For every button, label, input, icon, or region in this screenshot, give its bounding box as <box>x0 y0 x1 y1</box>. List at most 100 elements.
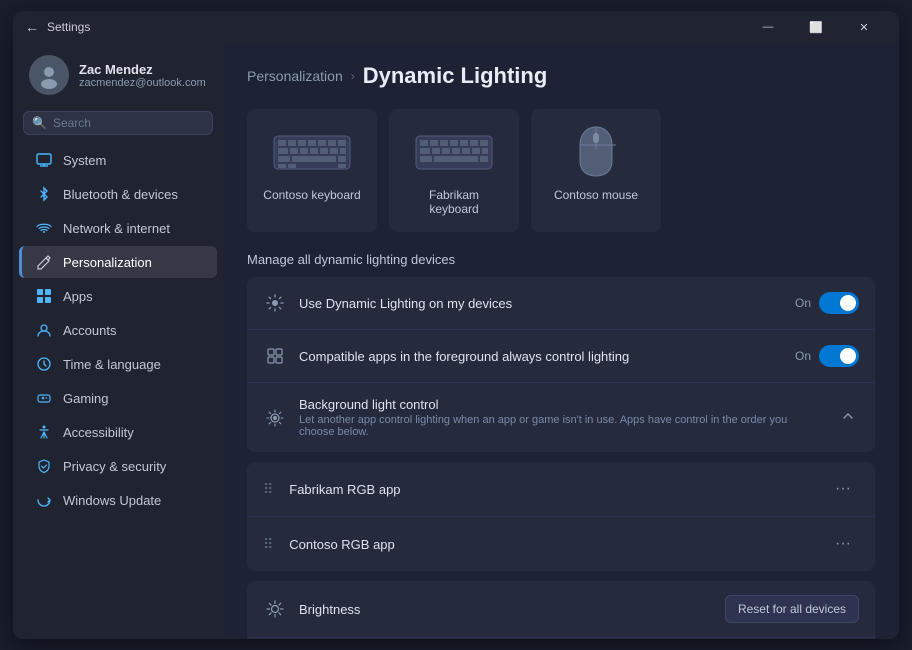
settings-row-fabrikam-rgb: ⠿ Fabrikam RGB app ··· <box>247 462 875 517</box>
settings-row-compatible-apps: Compatible apps in the foreground always… <box>247 330 875 383</box>
sidebar-item-system[interactable]: System <box>19 144 217 176</box>
row-title-brightness: Brightness <box>299 602 713 617</box>
sidebar-item-bluetooth[interactable]: Bluetooth & devices <box>19 178 217 210</box>
reset-brightness-button[interactable]: Reset for all devices <box>725 595 859 623</box>
compatible-apps-icon <box>263 344 287 368</box>
search-box[interactable]: 🔍 <box>23 111 213 135</box>
breadcrumb: Personalization › Dynamic Lighting <box>247 63 875 89</box>
privacy-icon <box>35 457 53 475</box>
app-rows-group: ⠿ Fabrikam RGB app ··· ⠿ Contoso RGB app… <box>247 462 875 571</box>
gaming-icon <box>35 389 53 407</box>
sidebar-item-label-network: Network & internet <box>63 221 170 236</box>
update-icon <box>35 491 53 509</box>
sidebar-item-label-bluetooth: Bluetooth & devices <box>63 187 178 202</box>
toggle-label-dynamic-lighting: On <box>795 296 811 310</box>
close-button[interactable]: ✕ <box>841 11 887 43</box>
devices-grid: Contoso keyboard <box>247 109 875 232</box>
row-text-brightness: Brightness <box>299 602 713 617</box>
sidebar-item-time[interactable]: Time & language <box>19 348 217 380</box>
expand-button-background-light[interactable] <box>837 405 859 430</box>
row-title-background-light: Background light control <box>299 397 825 412</box>
sidebar-item-label-time: Time & language <box>63 357 161 372</box>
sidebar-item-privacy[interactable]: Privacy & security <box>19 450 217 482</box>
drag-handle-contoso[interactable]: ⠿ <box>263 536 273 553</box>
main-content: Personalization › Dynamic Lighting <box>223 43 899 639</box>
toggle-dynamic-lighting[interactable] <box>819 292 859 314</box>
row-text-compatible-apps: Compatible apps in the foreground always… <box>299 349 783 364</box>
row-title-contoso-rgb: Contoso RGB app <box>289 537 815 552</box>
sidebar-item-gaming[interactable]: Gaming <box>19 382 217 414</box>
user-info: Zac Mendez zacmendez@outlook.com <box>79 62 207 89</box>
breadcrumb-current: Dynamic Lighting <box>363 63 548 89</box>
breadcrumb-parent[interactable]: Personalization <box>247 68 343 84</box>
network-icon <box>35 219 53 237</box>
sidebar-item-label-gaming: Gaming <box>63 391 109 406</box>
sidebar-item-label-accessibility: Accessibility <box>63 425 134 440</box>
device-card-contoso-mouse[interactable]: Contoso mouse <box>531 109 661 232</box>
settings-row-contoso-rgb: ⠿ Contoso RGB app ··· <box>247 517 875 571</box>
toggle-settings-group: Use Dynamic Lighting on my devices On <box>247 277 875 452</box>
toggle-compatible-apps[interactable] <box>819 345 859 367</box>
device-card-contoso-keyboard[interactable]: Contoso keyboard <box>247 109 377 232</box>
device-name-contoso-mouse: Contoso mouse <box>554 188 638 202</box>
row-desc-background-light: Let another app control lighting when an… <box>299 414 825 438</box>
sidebar-item-update[interactable]: Windows Update <box>19 484 217 516</box>
mouse-icon-area <box>556 125 636 180</box>
sidebar-item-apps[interactable]: Apps <box>19 280 217 312</box>
accounts-icon <box>35 321 53 339</box>
row-title-fabrikam-rgb: Fabrikam RGB app <box>289 482 815 497</box>
more-options-fabrikam[interactable]: ··· <box>827 476 859 502</box>
title-bar-controls: — ⬜ ✕ <box>745 11 887 43</box>
user-section: Zac Mendez zacmendez@outlook.com <box>13 43 223 107</box>
brightness-icon <box>263 597 287 621</box>
sidebar-item-label-personalization: Personalization <box>63 255 152 270</box>
more-options-contoso[interactable]: ··· <box>827 531 859 557</box>
drag-handle-fabrikam[interactable]: ⠿ <box>263 481 273 498</box>
bluetooth-icon <box>35 185 53 203</box>
window-title: Settings <box>47 20 90 34</box>
system-icon <box>35 151 53 169</box>
personalization-icon <box>35 253 53 271</box>
settings-row-dynamic-lighting: Use Dynamic Lighting on my devices On <box>247 277 875 330</box>
accessibility-icon <box>35 423 53 441</box>
dynamic-lighting-icon <box>263 291 287 315</box>
sidebar-item-accounts[interactable]: Accounts <box>19 314 217 346</box>
toggle-container-compatible-apps: On <box>795 345 859 367</box>
bottom-rows-group: Brightness Reset for all devices Effects… <box>247 581 875 639</box>
row-text-contoso-rgb: Contoso RGB app <box>289 537 815 552</box>
manage-section-label: Manage all dynamic lighting devices <box>247 252 875 267</box>
title-bar: ← Settings — ⬜ ✕ <box>13 11 899 43</box>
sidebar-item-label-accounts: Accounts <box>63 323 116 338</box>
fabrikam-keyboard-icon-area <box>414 125 494 180</box>
search-input[interactable] <box>53 116 204 130</box>
back-icon[interactable]: ← <box>25 19 39 35</box>
toggle-label-compatible-apps: On <box>795 349 811 363</box>
toggle-container-dynamic-lighting: On <box>795 292 859 314</box>
user-name: Zac Mendez <box>79 62 207 77</box>
time-icon <box>35 355 53 373</box>
settings-row-background-light: Background light control Let another app… <box>247 383 875 452</box>
content-area: Zac Mendez zacmendez@outlook.com 🔍 Syst <box>13 43 899 639</box>
row-text-background-light: Background light control Let another app… <box>299 397 825 438</box>
search-icon: 🔍 <box>32 116 47 130</box>
row-text-fabrikam-rgb: Fabrikam RGB app <box>289 482 815 497</box>
sidebar: Zac Mendez zacmendez@outlook.com 🔍 Syst <box>13 43 223 639</box>
maximize-button[interactable]: ⬜ <box>793 11 839 43</box>
apps-icon <box>35 287 53 305</box>
sidebar-item-network[interactable]: Network & internet <box>19 212 217 244</box>
background-light-icon <box>263 406 287 430</box>
row-title-dynamic-lighting: Use Dynamic Lighting on my devices <box>299 296 783 311</box>
row-text-dynamic-lighting: Use Dynamic Lighting on my devices <box>299 296 783 311</box>
device-name-contoso-keyboard: Contoso keyboard <box>263 188 360 202</box>
sidebar-item-label-privacy: Privacy & security <box>63 459 166 474</box>
sidebar-item-accessibility[interactable]: Accessibility <box>19 416 217 448</box>
minimize-button[interactable]: — <box>745 11 791 43</box>
settings-window: ← Settings — ⬜ ✕ Zac Mendez zacmendez@ou… <box>13 11 899 639</box>
settings-row-brightness: Brightness Reset for all devices <box>247 581 875 638</box>
sidebar-item-label-update: Windows Update <box>63 493 161 508</box>
avatar[interactable] <box>29 55 69 95</box>
device-name-fabrikam-keyboard: Fabrikam keyboard <box>405 188 503 216</box>
sidebar-item-label-apps: Apps <box>63 289 93 304</box>
device-card-fabrikam-keyboard[interactable]: Fabrikam keyboard <box>389 109 519 232</box>
sidebar-item-personalization[interactable]: Personalization <box>19 246 217 278</box>
